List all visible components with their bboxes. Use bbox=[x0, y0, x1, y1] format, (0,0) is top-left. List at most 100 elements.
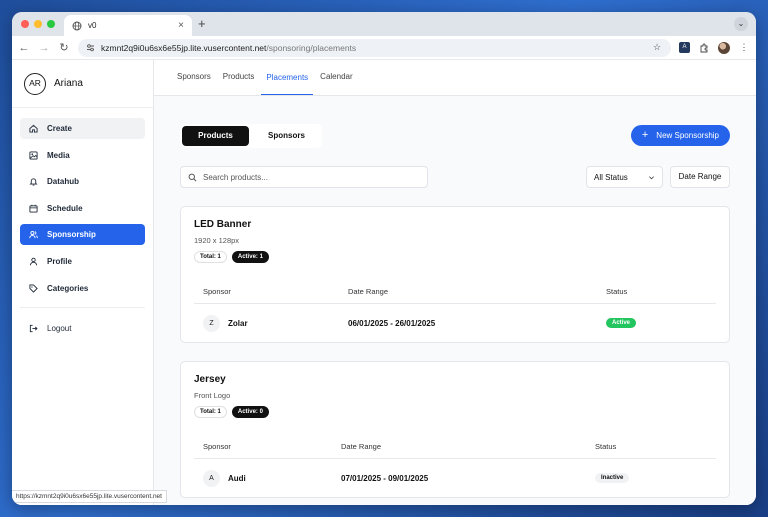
plus-icon: + bbox=[641, 129, 649, 141]
sidebar: AR Ariana Create Media Datahub Schedule … bbox=[12, 60, 167, 505]
calendar-icon bbox=[29, 204, 38, 213]
col-date-range-header: Date Range bbox=[341, 441, 382, 451]
status-filter-value: All Status bbox=[594, 172, 628, 182]
sidebar-divider bbox=[20, 306, 145, 308]
tab-products[interactable]: Products bbox=[218, 72, 260, 95]
home-icon bbox=[29, 124, 38, 133]
date-range-cell: 07/01/2025 - 09/01/2025 bbox=[341, 473, 429, 483]
tab-calendar[interactable]: Calendar bbox=[315, 72, 357, 95]
extension-icon[interactable]: A bbox=[679, 42, 690, 53]
reload-icon[interactable]: ↻ bbox=[58, 41, 70, 54]
placement-badges: Total: 1 Active: 0 bbox=[194, 406, 716, 418]
placement-subtitle: Front Logo bbox=[194, 391, 231, 400]
placement-subtitle: 1920 x 128px bbox=[194, 236, 240, 245]
toggle-products-button[interactable]: Products bbox=[182, 126, 249, 146]
status-filter-select[interactable]: All Status bbox=[586, 166, 663, 188]
placement-title: LED Banner bbox=[194, 219, 252, 230]
status-bar-url: https://kzmnt2q9i0u6sx6e55jp.lite.vuserc… bbox=[12, 490, 167, 503]
filter-bar: All Status Date Range bbox=[180, 166, 730, 188]
logout-label: Logout bbox=[47, 323, 72, 333]
table-row[interactable]: Z Zolar 06/01/2025 - 26/01/2025 Active bbox=[194, 304, 716, 342]
sidebar-item-profile[interactable]: Profile bbox=[20, 251, 145, 272]
search-icon bbox=[188, 173, 197, 181]
avatar: AR bbox=[24, 72, 46, 95]
new-tab-button[interactable]: + bbox=[198, 17, 206, 31]
user-profile: AR Ariana bbox=[12, 60, 153, 108]
table-header: Sponsor Date Range Status bbox=[194, 279, 716, 304]
sidebar-item-datahub[interactable]: Datahub bbox=[20, 171, 145, 192]
tab-strip: v0 × + ⌄ bbox=[12, 12, 756, 36]
close-window-button[interactable] bbox=[21, 20, 29, 28]
bell-icon bbox=[29, 178, 38, 186]
col-status-header: Status bbox=[595, 441, 617, 451]
users-icon bbox=[29, 231, 38, 239]
tag-icon bbox=[29, 284, 38, 293]
sidebar-item-label: Media bbox=[47, 150, 70, 160]
sidebar-item-sponsorship[interactable]: Sponsorship bbox=[20, 224, 145, 246]
sidebar-nav: Create Media Datahub Schedule Sponsorshi… bbox=[12, 108, 153, 339]
table-header: Sponsor Date Range Status bbox=[194, 434, 716, 459]
col-sponsor-header: Sponsor bbox=[203, 286, 231, 296]
sidebar-item-media[interactable]: Media bbox=[20, 145, 145, 166]
placement-title: Jersey bbox=[194, 374, 226, 385]
tab-sponsors[interactable]: Sponsors bbox=[172, 72, 216, 95]
browser-toolbar: ← → ↻ kzmnt2q9i0u6sx6e55jp.lite.vusercon… bbox=[12, 36, 756, 60]
bookmark-star-icon[interactable]: ☆ bbox=[651, 42, 663, 54]
total-badge: Total: 1 bbox=[194, 406, 227, 418]
col-sponsor-header: Sponsor bbox=[203, 441, 231, 451]
puzzle-extensions-icon[interactable] bbox=[698, 42, 710, 54]
active-count-badge: Active: 1 bbox=[231, 251, 269, 263]
sidebar-item-create[interactable]: Create bbox=[20, 118, 145, 139]
toggle-sponsors-button[interactable]: Sponsors bbox=[253, 126, 320, 146]
globe-icon bbox=[72, 21, 82, 30]
sponsor-cell: A Audi bbox=[203, 469, 341, 487]
chevron-down-icon bbox=[649, 175, 654, 179]
sidebar-item-label: Categories bbox=[47, 283, 89, 293]
sidebar-item-schedule[interactable]: Schedule bbox=[20, 198, 145, 219]
main-content: Sponsors Products Placements Calendar Pr… bbox=[154, 60, 756, 505]
app-root: AR Ariana Create Media Datahub Schedule … bbox=[12, 60, 756, 505]
search-box bbox=[180, 166, 428, 188]
browser-window: v0 × + ⌄ ← → ↻ kzmnt2q9i0u6sx6e55jp.lite… bbox=[12, 12, 756, 505]
user-icon bbox=[29, 257, 38, 266]
sidebar-item-categories[interactable]: Categories bbox=[20, 278, 145, 299]
placements-content: Products Sponsors + New Sponsorship All … bbox=[154, 96, 756, 498]
forward-icon[interactable]: → bbox=[38, 42, 50, 54]
new-sponsorship-label: New Sponsorship bbox=[656, 131, 719, 140]
profile-avatar-icon[interactable] bbox=[718, 41, 730, 54]
logout-button[interactable]: Logout bbox=[20, 318, 145, 339]
sidebar-item-label: Profile bbox=[47, 256, 72, 266]
sponsor-initial: A bbox=[203, 469, 220, 487]
image-icon bbox=[29, 151, 38, 160]
search-input[interactable] bbox=[203, 172, 427, 182]
view-toggle: Products Sponsors bbox=[180, 124, 322, 148]
browser-tab[interactable]: v0 × bbox=[64, 15, 192, 36]
tab-title: v0 bbox=[88, 21, 97, 30]
minimize-window-button[interactable] bbox=[34, 20, 42, 28]
date-range-cell: 06/01/2025 - 26/01/2025 bbox=[348, 318, 436, 328]
sidebar-item-label: Sponsorship bbox=[47, 230, 96, 240]
tab-placements[interactable]: Placements bbox=[261, 73, 314, 95]
sponsor-name: Audi bbox=[228, 473, 246, 483]
tab-search-icon[interactable]: ⌄ bbox=[734, 17, 748, 31]
sponsor-initial: Z bbox=[203, 314, 220, 332]
back-icon[interactable]: ← bbox=[18, 42, 30, 54]
site-settings-icon[interactable] bbox=[86, 43, 95, 52]
placement-card: LED Banner 1920 x 128px Total: 1 Active:… bbox=[180, 206, 730, 343]
user-name: Ariana bbox=[54, 78, 83, 89]
sidebar-item-label: Schedule bbox=[47, 203, 83, 213]
logout-icon bbox=[29, 324, 38, 332]
new-sponsorship-button[interactable]: + New Sponsorship bbox=[630, 125, 730, 146]
active-count-badge: Active: 0 bbox=[231, 406, 269, 418]
address-bar[interactable]: kzmnt2q9i0u6sx6e55jp.lite.vusercontent.n… bbox=[78, 38, 671, 57]
status-badge: Inactive bbox=[595, 473, 630, 483]
placement-badges: Total: 1 Active: 1 bbox=[194, 251, 716, 263]
window-controls bbox=[21, 20, 55, 28]
close-tab-icon[interactable]: × bbox=[178, 20, 184, 31]
maximize-window-button[interactable] bbox=[47, 20, 55, 28]
top-nav: Sponsors Products Placements Calendar bbox=[154, 60, 756, 96]
table-row[interactable]: A Audi 07/01/2025 - 09/01/2025 Inactive bbox=[194, 459, 716, 497]
date-range-button[interactable]: Date Range bbox=[670, 166, 730, 188]
sidebar-item-label: Create bbox=[47, 124, 72, 133]
more-menu-icon[interactable]: ⋮ bbox=[738, 42, 750, 54]
